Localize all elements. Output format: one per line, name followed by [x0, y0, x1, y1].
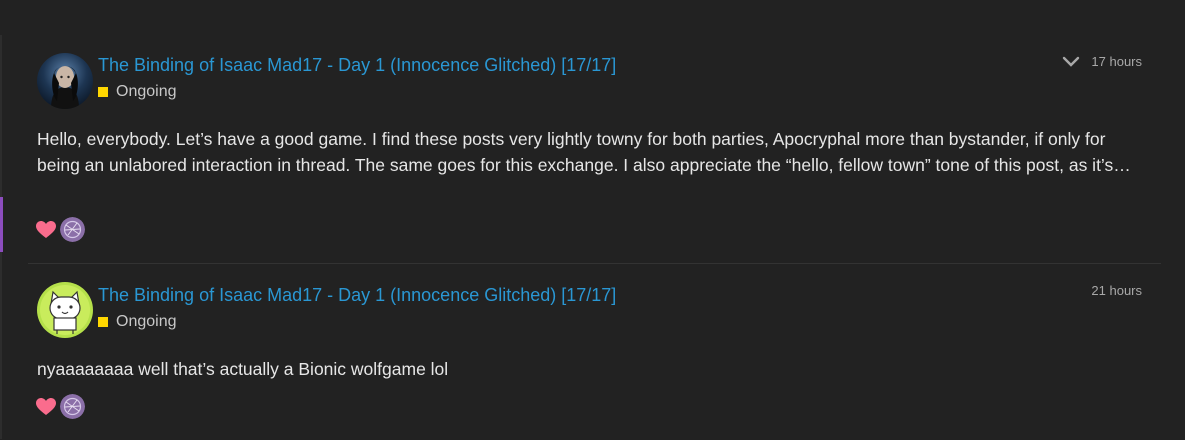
post-actions: [36, 217, 85, 242]
user-avatar[interactable]: [37, 282, 93, 338]
heart-icon[interactable]: [36, 220, 56, 239]
topic-title-link[interactable]: The Binding of Isaac Mad17 - Day 1 (Inno…: [98, 55, 616, 76]
category-badge[interactable]: Ongoing: [98, 313, 177, 331]
category-label: Ongoing: [116, 83, 177, 100]
post-meta: 21 hours: [1091, 283, 1142, 298]
category-badge[interactable]: Ongoing: [98, 83, 177, 101]
topic-title-link[interactable]: The Binding of Isaac Mad17 - Day 1 (Inno…: [98, 285, 616, 306]
activity-item: The Binding of Isaac Mad17 - Day 1 (Inno…: [28, 263, 1161, 440]
post-excerpt: Hello, everybody. Let’s have a good game…: [37, 129, 1131, 175]
left-rail-accent: [0, 197, 3, 252]
category-color-square: [98, 317, 108, 327]
post-time[interactable]: 17 hours: [1091, 54, 1142, 69]
activity-item: The Binding of Isaac Mad17 - Day 1 (Inno…: [28, 42, 1161, 262]
reaction-avatar[interactable]: [60, 217, 85, 242]
post-actions: [36, 394, 85, 419]
heart-icon[interactable]: [36, 397, 56, 416]
reaction-avatar[interactable]: [60, 394, 85, 419]
chevron-down-icon[interactable]: [1062, 56, 1080, 68]
post-excerpt: nyaaaaaaaa well that’s actually a Bionic…: [37, 359, 449, 379]
category-color-square: [98, 87, 108, 97]
post-time[interactable]: 21 hours: [1091, 283, 1142, 298]
user-avatar[interactable]: [37, 53, 93, 109]
post-meta: 17 hours: [1062, 54, 1142, 69]
category-label: Ongoing: [116, 313, 177, 330]
